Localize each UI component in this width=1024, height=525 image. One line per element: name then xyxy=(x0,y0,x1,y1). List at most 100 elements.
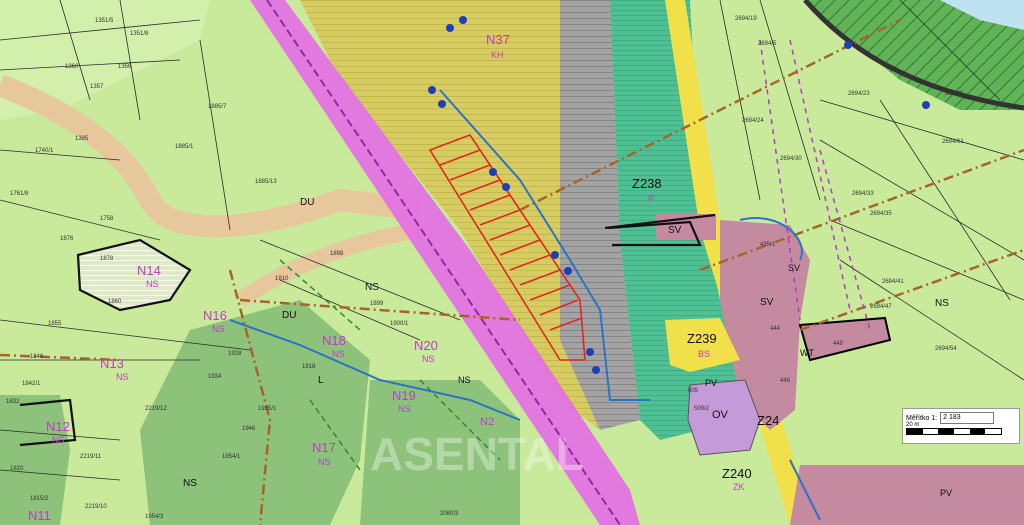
parcel-label: 2694/24 xyxy=(742,118,764,124)
parcel-label: 444 xyxy=(770,326,781,332)
scale-segment xyxy=(985,429,1002,434)
parcel-label: 1885/13 xyxy=(255,179,277,185)
zone-label: N17 xyxy=(312,440,336,455)
parcel-label: 1357 xyxy=(90,84,104,90)
parcel-label: 1842/1 xyxy=(22,381,41,387)
zone-label: N18 xyxy=(322,333,346,348)
parcel-label: 1928 xyxy=(228,351,242,357)
zone-label: PV xyxy=(940,488,952,498)
parcel-label: 1935/1 xyxy=(258,406,277,412)
scale-panel: Měřítko 1: 2 183 20 m xyxy=(902,408,1020,444)
zone-label: P xyxy=(648,194,654,204)
zone-label: N12 xyxy=(46,419,70,434)
parcel-label: 1810 xyxy=(275,276,289,282)
parcel-label: 1855 xyxy=(48,321,62,327)
parcel-label: 2694/35 xyxy=(870,211,892,217)
parcel-label: 1815/2 xyxy=(30,496,49,502)
parcel-label: 1885/1 xyxy=(175,144,194,150)
parcel-label: 2694/5 xyxy=(758,41,777,47)
zone-label: N13 xyxy=(100,356,124,371)
parcel-label: 2219/11 xyxy=(80,454,102,460)
parcel-label: 2694/30 xyxy=(780,156,802,162)
zone-label: NS xyxy=(398,404,411,414)
zone-label: N2 xyxy=(480,416,494,428)
zone-label: N14 xyxy=(137,263,161,278)
parcel-label: 1351/5 xyxy=(95,18,114,24)
zone-label: NS xyxy=(935,298,949,309)
parcel-label: 2694/54 xyxy=(935,346,957,352)
parcel-label: 1954/1 xyxy=(222,454,241,460)
parcel-label: 1885/7 xyxy=(208,104,227,110)
scale-segment xyxy=(969,429,986,434)
zone-label: NS xyxy=(458,375,471,385)
zone-label: NS xyxy=(332,349,345,359)
parcel-label: 1954/3 xyxy=(145,514,164,520)
parcel-label: 2080/3 xyxy=(440,511,459,517)
scale-segment xyxy=(938,429,955,434)
parcel-label: 509/2 xyxy=(694,406,710,412)
parcel-label: 1898 xyxy=(330,251,344,257)
zone-label: NS xyxy=(422,354,435,364)
zone-label: N16 xyxy=(203,308,227,323)
parcel-label: 2694/33 xyxy=(852,191,874,197)
scale-label: Měřítko 1: xyxy=(906,414,938,422)
zone-label: Z240 xyxy=(722,466,752,481)
parcel-label: 1360 xyxy=(65,64,79,70)
zoning-map[interactable]: ASENTAL N37 KH Z238 P SV SV Z239 BS OV Z… xyxy=(0,0,1024,525)
zone-label: KH xyxy=(491,50,504,60)
zone-label: L xyxy=(318,375,324,386)
zone-label: DU xyxy=(282,310,296,321)
zone-pink-lower xyxy=(790,465,1024,525)
parcel-label: 1899 xyxy=(370,301,384,307)
parcel-label: 1918 xyxy=(302,364,316,370)
map-canvas: ASENTAL N37 KH Z238 P SV SV Z239 BS OV Z… xyxy=(0,0,1024,525)
zone-label: N19 xyxy=(392,388,416,403)
scale-segment xyxy=(907,429,923,434)
scale-segment xyxy=(954,429,970,434)
zone-label: SV xyxy=(668,225,682,236)
parcel-label: 1740/1 xyxy=(35,148,54,154)
scale-segment xyxy=(922,429,939,434)
forest-area xyxy=(0,395,70,525)
zone-label: NS xyxy=(212,324,225,334)
zone-label: BS xyxy=(698,349,710,359)
zone-label: N37 xyxy=(486,32,510,47)
parcel-label: 1758 xyxy=(100,216,114,222)
zone-label: NS xyxy=(52,435,65,445)
parcel-label: 1395 xyxy=(75,136,89,142)
scale-bar xyxy=(906,428,1002,435)
zone-label: NS xyxy=(116,372,129,382)
zone-label: NS xyxy=(183,478,197,489)
parcel-label: 435/1 xyxy=(760,242,776,248)
parcel-label: 1356 xyxy=(118,64,132,70)
parcel-label: 2219/10 xyxy=(85,504,107,510)
zone-label: DU xyxy=(300,197,314,208)
zone-label: Z238 xyxy=(632,176,662,191)
parcel-label: 1832 xyxy=(6,399,20,405)
zone-label: NS xyxy=(146,279,159,289)
parcel-label: 2694/47 xyxy=(870,304,892,310)
parcel-label: 1900/1 xyxy=(390,321,409,327)
parcel-label: 1761/8 xyxy=(10,191,29,197)
scale-input[interactable]: 2 183 xyxy=(940,412,995,424)
zone-label: PV xyxy=(705,378,717,388)
zone-label: NS xyxy=(365,282,379,293)
parcel-label: 509 xyxy=(688,388,699,394)
parcel-label: 1860 xyxy=(108,299,122,305)
zone-label: SV xyxy=(760,297,774,308)
parcel-label: 1878 xyxy=(100,256,114,262)
parcel-label: 2694/23 xyxy=(848,91,870,97)
zone-label: OV xyxy=(712,409,729,421)
zone-label: N11 xyxy=(28,508,51,523)
parcel-label: 449 xyxy=(833,341,844,347)
parcel-label: 2219/12 xyxy=(145,406,167,412)
parcel-label: 2694/19 xyxy=(735,16,757,22)
zone-label: ZK xyxy=(733,482,745,492)
zone-label: SV xyxy=(788,263,800,273)
parcel-label: 1351/8 xyxy=(130,31,149,37)
parcel-label: 1820 xyxy=(10,466,24,472)
zone-label: Z24 xyxy=(757,413,779,428)
parcel-label: 2694/61 xyxy=(942,139,964,145)
zone-label: WT xyxy=(800,348,814,358)
parcel-label: 2694/41 xyxy=(882,279,904,285)
